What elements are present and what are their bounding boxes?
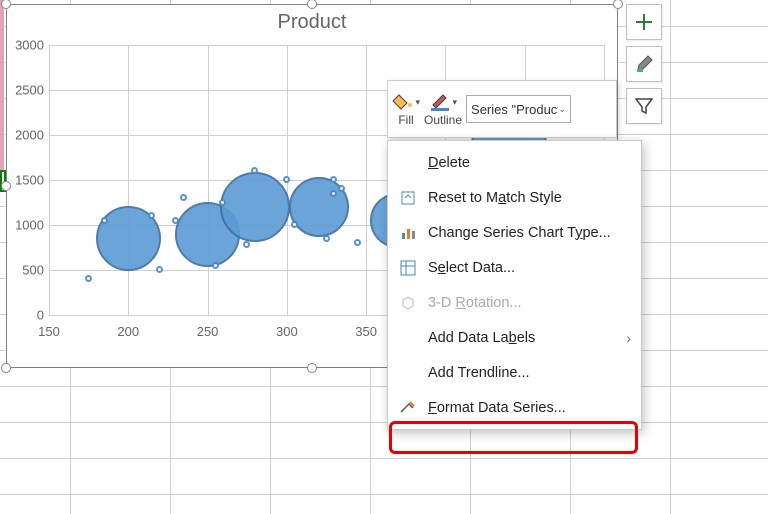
resize-handle[interactable] [307, 363, 317, 373]
outline-dropdown[interactable]: ▾ Outline [424, 91, 462, 127]
bubble-point-small[interactable] [180, 194, 187, 201]
menu-label: Add Trendline... [428, 365, 631, 381]
menu-add-data-labels[interactable]: Add Data Labels › [388, 320, 641, 355]
x-axis-tick: 150 [38, 324, 60, 339]
chart-side-buttons [626, 4, 662, 124]
menu-select-data[interactable]: Select Data... [388, 250, 641, 285]
series-selector-dropdown[interactable]: Series "Product" ⌄ [466, 95, 571, 123]
bubble-point-small[interactable] [291, 221, 298, 228]
bubble-point-small[interactable] [243, 241, 250, 248]
plus-icon [634, 12, 654, 32]
menu-add-trendline[interactable]: Add Trendline... [388, 355, 641, 390]
fill-dropdown[interactable]: ▾ Fill [392, 91, 420, 127]
menu-reset-style[interactable]: Reset to Match Style [388, 180, 641, 215]
bubble-point-small[interactable] [330, 190, 337, 197]
bubble-point-small[interactable] [323, 235, 330, 242]
select-data-icon [398, 258, 418, 278]
chart-filters-button[interactable] [626, 88, 662, 124]
menu-label: 3-D Rotation... [428, 295, 631, 311]
bubble-point-small[interactable] [148, 212, 155, 219]
bubble-point-small[interactable] [156, 266, 163, 273]
resize-handle[interactable] [1, 363, 11, 373]
bubble-point-small[interactable] [85, 275, 92, 282]
fill-bucket-icon [392, 93, 415, 111]
menu-label: Change Series Chart Type... [428, 225, 631, 241]
cube-icon [398, 293, 418, 313]
format-series-icon [398, 398, 418, 418]
chart-title[interactable]: Product [7, 5, 617, 34]
menu-3d-rotation: 3-D Rotation... [388, 285, 641, 320]
bubble-point-small[interactable] [212, 262, 219, 269]
y-axis-tick: 1000 [4, 218, 44, 233]
menu-label: Delete [428, 155, 631, 171]
menu-label: Select Data... [428, 260, 631, 276]
y-axis-tick: 500 [4, 263, 44, 278]
menu-label: Format Data Series... [428, 400, 631, 416]
menu-change-chart-type[interactable]: Change Series Chart Type... [388, 215, 641, 250]
chart-type-icon [398, 223, 418, 243]
x-axis-tick: 200 [117, 324, 139, 339]
menu-label: Add Data Labels [428, 330, 616, 346]
bubble-point-small[interactable] [172, 217, 179, 224]
y-axis-tick: 2500 [4, 83, 44, 98]
outline-pen-icon [429, 93, 452, 111]
bubble-point-small[interactable] [219, 199, 226, 206]
paintbrush-icon [634, 54, 654, 74]
funnel-icon [634, 96, 654, 116]
resize-handle[interactable] [1, 181, 11, 191]
y-axis-tick: 3000 [4, 38, 44, 53]
chart-styles-button[interactable] [626, 46, 662, 82]
series-selector-value: Series "Product" [471, 102, 558, 117]
chevron-down-icon: ⌄ [558, 104, 566, 115]
x-axis-tick: 300 [276, 324, 298, 339]
menu-format-data-series[interactable]: Format Data Series... [388, 390, 641, 425]
bubble-point-small[interactable] [101, 217, 108, 224]
bubble-point-small[interactable] [354, 239, 361, 246]
bubble-point[interactable] [220, 172, 290, 242]
context-menu: Delete Reset to Match Style Change Serie… [387, 140, 642, 430]
outline-label: Outline [424, 113, 462, 127]
x-axis-tick: 350 [355, 324, 377, 339]
bubble-point-small[interactable] [283, 176, 290, 183]
mini-toolbar: ▾ Fill ▾ Outline Series "Product" ⌄ [387, 80, 617, 138]
y-axis-tick: 2000 [4, 128, 44, 143]
fill-label: Fill [398, 113, 413, 127]
menu-label: Reset to Match Style [428, 190, 631, 206]
menu-delete[interactable]: Delete [388, 145, 641, 180]
chart-elements-button[interactable] [626, 4, 662, 40]
x-axis-tick: 250 [197, 324, 219, 339]
reset-icon [398, 188, 418, 208]
y-axis-tick: 0 [4, 308, 44, 323]
submenu-arrow-icon: › [626, 330, 631, 346]
